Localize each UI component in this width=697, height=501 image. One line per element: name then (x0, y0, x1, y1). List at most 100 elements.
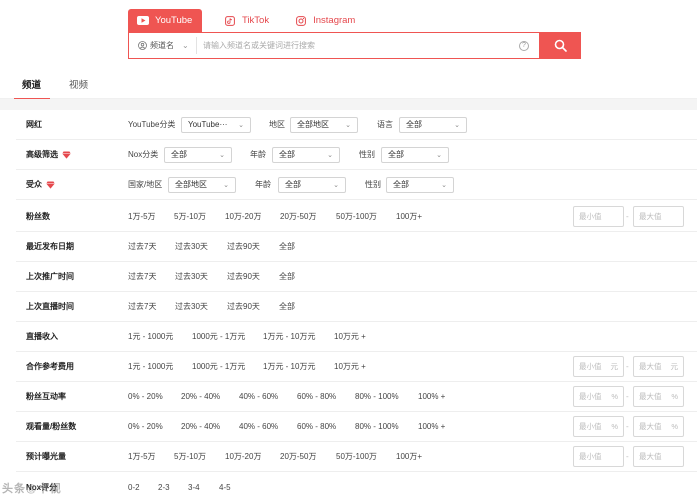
min-placeholder: 最小值 (579, 362, 602, 371)
engagement-max-input[interactable]: 最大值% (633, 386, 684, 407)
tiktok-icon (224, 15, 236, 26)
filter-row-last-promo: 上次推广时间 过去7天 过去30天 过去90天 全部 (16, 262, 697, 292)
view-ratio-option[interactable]: 0% - 20% (128, 422, 163, 431)
tab-instagram-label: Instagram (313, 15, 356, 26)
filter-row-last-publish: 最近发布日期 过去7天 过去30天 过去90天 全部 (16, 232, 697, 262)
engagement-option[interactable]: 80% - 100% (355, 392, 399, 401)
view-ratio-option[interactable]: 100% + (418, 422, 445, 431)
view-ratio-option[interactable]: 40% - 60% (239, 422, 278, 431)
fee-option[interactable]: 10万元 + (334, 361, 366, 372)
tab-instagram[interactable]: Instagram (285, 9, 365, 32)
age-select[interactable]: 全部 ⌄ (272, 146, 340, 163)
promo-option[interactable]: 过去90天 (227, 271, 260, 282)
nox-score-option[interactable]: 2-3 (158, 483, 170, 492)
audience-gender-select[interactable]: 全部 ⌄ (386, 176, 454, 193)
filter-label: 上次直播时间 (26, 302, 74, 311)
gender-select[interactable]: 全部 ⌄ (381, 146, 449, 163)
search-icon (554, 39, 567, 52)
promo-option[interactable]: 过去7天 (128, 271, 156, 282)
followers-min-input[interactable]: 最小值 (573, 206, 624, 227)
chevron-down-icon: ⌄ (441, 181, 447, 189)
exposure-option[interactable]: 100万+ (396, 451, 422, 462)
range-dash: - (626, 362, 629, 371)
tab-youtube[interactable]: YouTube (128, 9, 202, 32)
engagement-min-input[interactable]: 最小值% (573, 386, 624, 407)
range-dash: - (626, 392, 629, 401)
live-option[interactable]: 过去30天 (175, 301, 208, 312)
exposure-max-input[interactable]: 最大值 (633, 446, 684, 467)
category-select[interactable]: YouTube··· ⌄ (181, 116, 251, 133)
max-placeholder: 最大值 (639, 452, 662, 461)
filter-row-audience: 受众 国家/地区 全部地区 ⌄ 年龄 全部 ⌄ 性别 全部 ⌄ (16, 170, 697, 200)
fee-option[interactable]: 1万元 - 10万元 (263, 361, 315, 372)
country-label: 国家/地区 (128, 180, 163, 189)
help-icon[interactable]: ? (519, 40, 529, 51)
exposure-option[interactable]: 20万-50万 (280, 451, 316, 462)
exposure-option[interactable]: 50万-100万 (336, 451, 377, 462)
audience-age-select[interactable]: 全部 ⌄ (278, 176, 346, 193)
region-select[interactable]: 全部地区 ⌄ (290, 116, 358, 133)
publish-option[interactable]: 过去7天 (128, 241, 156, 252)
view-ratio-min-input[interactable]: 最小值% (573, 416, 624, 437)
engagement-option[interactable]: 60% - 80% (297, 392, 336, 401)
fee-min-input[interactable]: 最小值元 (573, 356, 624, 377)
followers-option[interactable]: 20万-50万 (280, 211, 316, 222)
country-select[interactable]: 全部地区 ⌄ (168, 176, 236, 193)
tab-tiktok[interactable]: TikTok (214, 9, 279, 32)
promo-option[interactable]: 全部 (279, 271, 295, 282)
search-input[interactable] (197, 33, 519, 58)
chevron-down-icon: ⌄ (327, 151, 333, 159)
nox-category-select[interactable]: 全部 ⌄ (164, 146, 232, 163)
nox-score-option[interactable]: 0-2 (128, 483, 140, 492)
publish-option[interactable]: 全部 (279, 241, 295, 252)
filter-label: 最近发布日期 (26, 242, 74, 251)
fee-option[interactable]: 1000元 - 1万元 (192, 361, 245, 372)
fee-option[interactable]: 1元 - 1000元 (128, 361, 173, 372)
nox-category-label: Nox分类 (128, 150, 159, 159)
view-ratio-option[interactable]: 60% - 80% (297, 422, 336, 431)
followers-option[interactable]: 100万+ (396, 211, 422, 222)
min-placeholder: 最小值 (579, 452, 602, 461)
income-option[interactable]: 10万元 + (334, 331, 366, 342)
tab-tiktok-label: TikTok (242, 15, 270, 26)
followers-max-input[interactable]: 最大值 (633, 206, 684, 227)
tab-channels[interactable]: 频道 (13, 72, 51, 100)
engagement-option[interactable]: 100% + (418, 392, 445, 401)
language-value: 全部 (406, 120, 422, 129)
publish-option[interactable]: 过去90天 (227, 241, 260, 252)
fee-max-input[interactable]: 最大值元 (633, 356, 684, 377)
view-ratio-option[interactable]: 20% - 40% (181, 422, 220, 431)
search-button[interactable] (539, 32, 581, 59)
followers-option[interactable]: 1万-5万 (128, 211, 156, 222)
followers-option[interactable]: 10万-20万 (225, 211, 261, 222)
live-option[interactable]: 过去7天 (128, 301, 156, 312)
audience-gender-label: 性别 (365, 180, 381, 189)
promo-option[interactable]: 过去30天 (175, 271, 208, 282)
search-type-select[interactable]: 频道名 ⌄ (129, 37, 197, 54)
income-option[interactable]: 1000元 - 1万元 (192, 331, 245, 342)
language-select[interactable]: 全部 ⌄ (399, 116, 467, 133)
engagement-option[interactable]: 40% - 60% (239, 392, 278, 401)
exposure-min-input[interactable]: 最小值 (573, 446, 624, 467)
exposure-option[interactable]: 10万-20万 (225, 451, 261, 462)
nox-score-option[interactable]: 3-4 (188, 483, 200, 492)
exposure-option[interactable]: 1万-5万 (128, 451, 156, 462)
followers-option[interactable]: 50万-100万 (336, 211, 377, 222)
live-option[interactable]: 全部 (279, 301, 295, 312)
view-ratio-option[interactable]: 80% - 100% (355, 422, 399, 431)
chevron-down-icon: ⌄ (238, 121, 244, 129)
engagement-option[interactable]: 0% - 20% (128, 392, 163, 401)
max-placeholder: 最大值 (639, 212, 662, 221)
publish-option[interactable]: 过去30天 (175, 241, 208, 252)
engagement-option[interactable]: 20% - 40% (181, 392, 220, 401)
followers-option[interactable]: 5万-10万 (174, 211, 206, 222)
view-ratio-max-input[interactable]: 最大值% (633, 416, 684, 437)
max-placeholder: 最大值 (639, 362, 662, 371)
exposure-option[interactable]: 5万-10万 (174, 451, 206, 462)
income-option[interactable]: 1万元 - 10万元 (263, 331, 315, 342)
nox-score-option[interactable]: 4-5 (219, 483, 231, 492)
filter-label: 粉丝互动率 (26, 392, 66, 401)
income-option[interactable]: 1元 - 1000元 (128, 331, 173, 342)
live-option[interactable]: 过去90天 (227, 301, 260, 312)
tab-videos[interactable]: 视频 (69, 72, 88, 99)
